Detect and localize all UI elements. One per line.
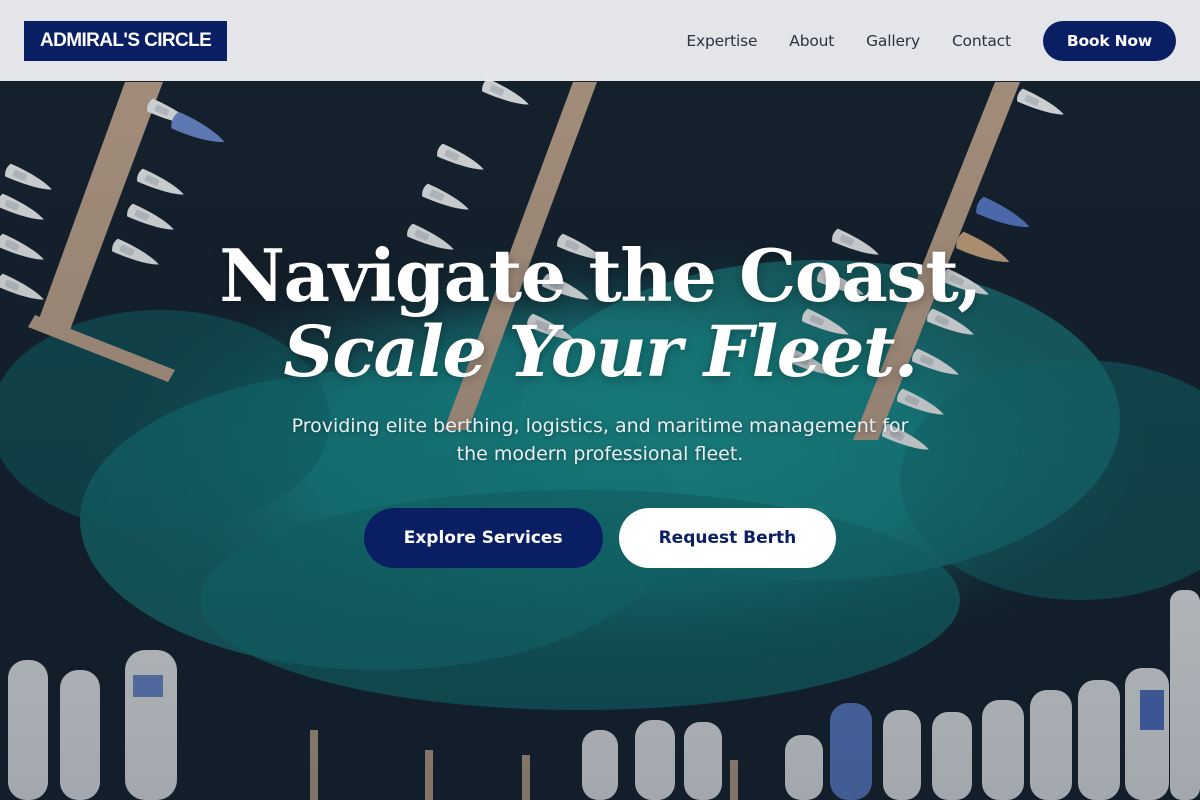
headline-line-1: Navigate the Coast,	[219, 233, 982, 318]
nav-link-about[interactable]: About	[789, 32, 834, 50]
logo[interactable]: ADMIRAL'S CIRCLE	[24, 20, 228, 61]
nav-link-contact[interactable]: Contact	[952, 32, 1011, 50]
nav-link-gallery[interactable]: Gallery	[866, 32, 920, 50]
book-now-button[interactable]: Book Now	[1042, 20, 1176, 61]
nav-links: Expertise About Gallery Contact Book Now	[686, 20, 1176, 61]
request-berth-button[interactable]: Request Berth	[618, 508, 837, 568]
top-navbar: ADMIRAL'S CIRCLE Expertise About Gallery…	[0, 0, 1200, 81]
nav-link-expertise[interactable]: Expertise	[686, 32, 757, 50]
hero-cta-row: Explore Services Request Berth	[0, 508, 1200, 568]
headline-line-2: Scale Your Fleet.	[283, 310, 918, 393]
hero-subtitle: Providing elite berthing, logistics, and…	[291, 415, 909, 465]
explore-services-button[interactable]: Explore Services	[363, 508, 603, 568]
hero-headline: Navigate the Coast, Scale Your Fleet.	[0, 236, 1200, 388]
hero-section: Navigate the Coast, Scale Your Fleet. Pr…	[0, 236, 1200, 568]
